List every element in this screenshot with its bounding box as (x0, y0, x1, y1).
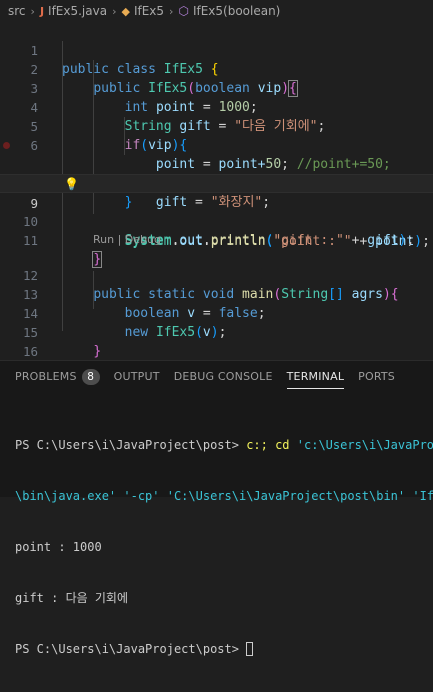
terminal-cursor (246, 642, 254, 656)
codelens-run-link[interactable]: Run (93, 233, 114, 246)
code-line[interactable]: 6 point = point+50; //point+=50; (0, 117, 433, 172)
chevron-right-icon: › (30, 4, 35, 18)
code-line[interactable]: 11 } (0, 212, 433, 268)
panel-tabs: PROBLEMS 8 OUTPUT DEBUG CONSOLE TERMINAL … (0, 361, 433, 393)
breakpoint-hint-icon[interactable] (3, 142, 10, 149)
code-line[interactable]: 10 System.out.println("gift : " + gift); (0, 193, 433, 248)
chevron-right-icon: › (169, 4, 174, 18)
code-line[interactable]: 8 } (0, 155, 433, 210)
breadcrumb-file-label: IfEx5.java (48, 4, 108, 18)
terminal-line: point : 1000 (15, 540, 102, 554)
code-line[interactable]: 2 public IfEx5(boolean vip){ (0, 41, 433, 97)
tab-debug-console[interactable]: DEBUG CONSOLE (174, 361, 273, 393)
breadcrumb-method[interactable]: ⬡ IfEx5(boolean) (178, 4, 280, 18)
method-cube-icon: ⬡ (178, 4, 189, 18)
code-line[interactable]: 7 gift = "화장지"; (0, 136, 433, 210)
code-line[interactable]: 15 } (0, 304, 433, 359)
breadcrumb-method-label: IfEx5(boolean) (192, 4, 281, 18)
code-line[interactable]: 3 int point = 1000; (0, 60, 433, 115)
java-file-icon: J (39, 4, 45, 18)
terminal-line: gift : 다음 기회에 (15, 591, 128, 605)
tab-label: PROBLEMS (15, 370, 77, 383)
tab-output[interactable]: OUTPUT (114, 361, 160, 393)
code-line[interactable]: 4 String gift = "다음 기회에"; (0, 79, 433, 134)
terminal-line: PS C:\Users\i\JavaProject\post> c:; cd '… (15, 438, 433, 452)
tab-terminal[interactable]: TERMINAL (286, 361, 345, 393)
codelens-debug-link[interactable]: Debug (125, 233, 161, 246)
bottom-panel: PROBLEMS 8 OUTPUT DEBUG CONSOLE TERMINAL … (0, 360, 433, 656)
code-line[interactable]: 12 public static void main(String[] agrs… (0, 247, 433, 302)
tab-ports[interactable]: PORTS (358, 361, 395, 393)
codelens-separator: | (114, 233, 125, 246)
lightbulb-icon[interactable]: 💡 (64, 177, 79, 191)
class-icon: ◆ (121, 4, 130, 18)
tab-problems[interactable]: PROBLEMS 8 (15, 361, 100, 393)
breadcrumb-class-label: IfEx5 (133, 4, 165, 18)
code-line[interactable]: 1 public class IfEx5 { (0, 22, 433, 77)
code-line[interactable]: 13 boolean v = false; (0, 266, 433, 321)
breadcrumb: src › J IfEx5.java › ◆ IfEx5 › ⬡ IfEx5(b… (0, 0, 433, 22)
codelens: Run | Debug (93, 232, 161, 248)
chevron-right-icon: › (112, 4, 117, 18)
problems-count-badge: 8 (81, 369, 100, 385)
code-editor[interactable]: 1 public class IfEx5 { 2 public IfEx5(bo… (0, 22, 433, 360)
code-line[interactable]: 5 if(vip){ (0, 98, 433, 153)
breadcrumb-folder[interactable]: src (8, 4, 26, 18)
terminal-output[interactable]: PS C:\Users\i\JavaProject\post> c:; cd '… (15, 403, 433, 692)
code-line[interactable]: 17 (0, 342, 433, 360)
breadcrumb-class[interactable]: ◆ IfEx5 (121, 4, 164, 18)
code-line[interactable]: 16 } (0, 323, 433, 359)
code-line[interactable]: 14 new IfEx5(v); (0, 285, 433, 340)
code-line-current[interactable]: 9 💡 System.out.println("point : " + poin… (0, 174, 433, 249)
breadcrumb-file[interactable]: J IfEx5.java (40, 4, 107, 18)
terminal-line: PS C:\Users\i\JavaProject\post> (15, 641, 433, 658)
